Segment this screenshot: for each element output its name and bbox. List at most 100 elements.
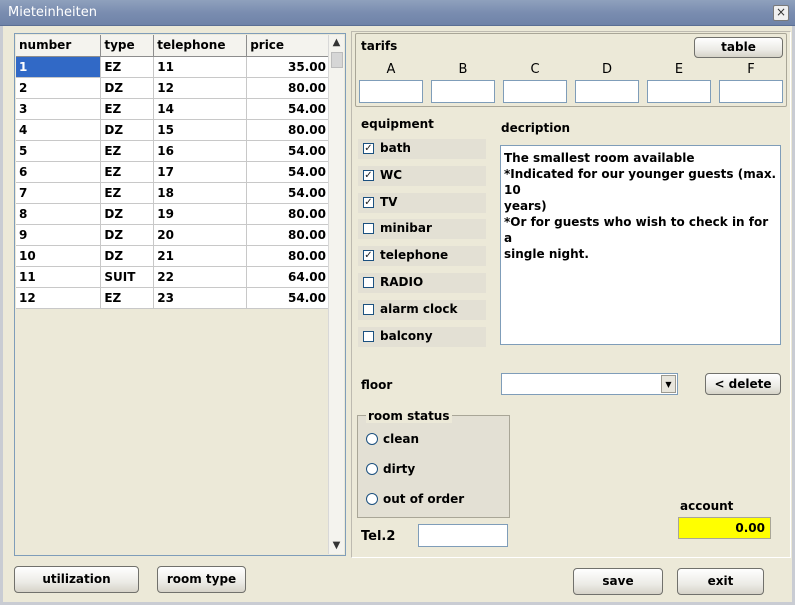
table-cell-number[interactable]: 5	[16, 140, 102, 162]
radio-button[interactable]	[366, 463, 378, 475]
scroll-down-icon[interactable]: ▼	[329, 538, 344, 554]
equipment-checkbox-row[interactable]: ✓ WC	[358, 165, 486, 186]
table-cell-type[interactable]: DZ	[100, 77, 155, 99]
column-header-price[interactable]: price	[246, 35, 330, 57]
checkbox[interactable]	[363, 303, 374, 315]
table-row[interactable]: 6 EZ 17 54.00	[16, 161, 330, 183]
scroll-thumb[interactable]	[331, 52, 343, 68]
table-row[interactable]: 11 SUIT 22 64.00	[16, 266, 330, 288]
floor-select[interactable]: ▼	[501, 373, 678, 395]
table-cell-type[interactable]: EZ	[100, 182, 155, 204]
checkbox[interactable]: ✓	[363, 143, 374, 154]
table-cell-telephone[interactable]: 12	[153, 77, 248, 99]
room-type-button[interactable]: room type	[157, 566, 246, 593]
table-cell-price[interactable]: 54.00	[246, 98, 330, 120]
radio-button[interactable]	[366, 493, 378, 505]
table-cell-type[interactable]: DZ	[100, 119, 155, 141]
equipment-checkbox-row[interactable]: alarm clock	[358, 299, 486, 320]
equipment-checkbox-row[interactable]: minibar	[358, 219, 486, 240]
table-cell-price[interactable]: 54.00	[246, 140, 330, 162]
radio-button[interactable]	[366, 433, 378, 445]
table-cell-price[interactable]: 64.00	[246, 266, 330, 288]
chevron-down-icon[interactable]: ▼	[661, 375, 676, 393]
table-cell-number[interactable]: 11	[16, 266, 102, 288]
checkbox[interactable]: ✓	[363, 196, 374, 208]
exit-button[interactable]: exit	[677, 568, 764, 595]
table-cell-type[interactable]: DZ	[100, 245, 155, 267]
table-cell-telephone[interactable]: 20	[153, 224, 248, 246]
close-icon[interactable]: ×	[773, 5, 789, 21]
table-cell-price[interactable]: 80.00	[246, 224, 330, 246]
tarif-input-a[interactable]	[359, 80, 423, 103]
table-row[interactable]: 12 EZ 23 54.00	[16, 287, 330, 309]
checkbox[interactable]	[363, 330, 374, 342]
table-row[interactable]: 9 DZ 20 80.00	[16, 224, 330, 246]
table-cell-type[interactable]: EZ	[100, 287, 155, 309]
radio-label[interactable]: clean	[383, 432, 419, 446]
table-cell-telephone[interactable]: 19	[153, 203, 248, 225]
table-cell-number[interactable]: 6	[16, 161, 102, 183]
tel2-input[interactable]	[418, 524, 508, 547]
table-cell-price[interactable]: 80.00	[246, 245, 330, 267]
table-row[interactable]: 5 EZ 16 54.00	[16, 140, 330, 162]
delete-button[interactable]: < delete	[705, 373, 781, 395]
table-button[interactable]: table	[694, 37, 783, 58]
tarif-input-c[interactable]	[503, 80, 567, 103]
scroll-up-icon[interactable]: ▲	[329, 35, 344, 51]
save-button[interactable]: save	[573, 568, 663, 595]
tarif-input-f[interactable]	[719, 80, 783, 103]
table-cell-telephone[interactable]: 17	[153, 161, 248, 183]
equipment-checkbox-row[interactable]: balcony	[358, 326, 486, 347]
tarif-input-b[interactable]	[431, 80, 495, 103]
radio-label[interactable]: dirty	[383, 462, 415, 476]
table-cell-telephone[interactable]: 14	[153, 98, 248, 120]
checkbox[interactable]	[363, 277, 374, 288]
table-cell-price[interactable]: 54.00	[246, 161, 330, 183]
table-row[interactable]: 7 EZ 18 54.00	[16, 182, 330, 204]
table-cell-number[interactable]: 10	[16, 245, 102, 267]
description-textarea[interactable]: The smallest room available *Indicated f…	[500, 145, 781, 345]
table-cell-type[interactable]: EZ	[100, 161, 155, 183]
column-header-type[interactable]: type	[100, 35, 155, 57]
tarif-input-d[interactable]	[575, 80, 639, 103]
equipment-checkbox-row[interactable]: ✓ telephone	[358, 246, 486, 267]
table-cell-number[interactable]: 12	[16, 287, 102, 309]
table-cell-telephone[interactable]: 21	[153, 245, 248, 267]
checkbox[interactable]: ✓	[363, 169, 374, 181]
column-header-telephone[interactable]: telephone	[153, 35, 248, 57]
equipment-checkbox-row[interactable]: ✓ TV	[358, 192, 486, 213]
table-cell-telephone[interactable]: 16	[153, 140, 248, 162]
table-row[interactable]: 10 DZ 21 80.00	[16, 245, 330, 267]
table-cell-telephone[interactable]: 18	[153, 182, 248, 204]
table-cell-telephone[interactable]: 11	[153, 56, 248, 78]
table-cell-type[interactable]: EZ	[100, 140, 155, 162]
table-row[interactable]: 1 EZ 11 35.00	[16, 56, 330, 78]
table-cell-number[interactable]: 9	[16, 224, 102, 246]
table-cell-price[interactable]: 35.00	[246, 56, 330, 78]
table-cell-type[interactable]: DZ	[100, 203, 155, 225]
table-cell-number[interactable]: 7	[16, 182, 102, 204]
table-cell-type[interactable]: DZ	[100, 224, 155, 246]
table-row[interactable]: 2 DZ 12 80.00	[16, 77, 330, 99]
table-cell-price[interactable]: 80.00	[246, 77, 330, 99]
table-row[interactable]: 3 EZ 14 54.00	[16, 98, 330, 120]
checkbox[interactable]: ✓	[363, 250, 374, 262]
table-cell-number[interactable]: 2	[16, 77, 102, 99]
table-cell-price[interactable]: 54.00	[246, 287, 330, 309]
table-cell-type[interactable]: SUIT	[100, 266, 155, 288]
table-cell-telephone[interactable]: 22	[153, 266, 248, 288]
table-cell-type[interactable]: EZ	[100, 56, 155, 78]
tarif-input-e[interactable]	[647, 80, 711, 103]
table-cell-telephone[interactable]: 23	[153, 287, 248, 309]
equipment-checkbox-row[interactable]: ✓ bath	[358, 139, 486, 159]
table-cell-price[interactable]: 80.00	[246, 119, 330, 141]
table-cell-telephone[interactable]: 15	[153, 119, 248, 141]
table-cell-number[interactable]: 1	[16, 56, 102, 78]
table-cell-number[interactable]: 8	[16, 203, 102, 225]
table-cell-number[interactable]: 3	[16, 98, 102, 120]
equipment-checkbox-row[interactable]: RADIO	[358, 273, 486, 293]
checkbox[interactable]	[363, 223, 374, 235]
radio-label[interactable]: out of order	[383, 492, 464, 506]
table-row[interactable]: 8 DZ 19 80.00	[16, 203, 330, 225]
grid-scrollbar[interactable]: ▲ ▼	[328, 35, 344, 554]
